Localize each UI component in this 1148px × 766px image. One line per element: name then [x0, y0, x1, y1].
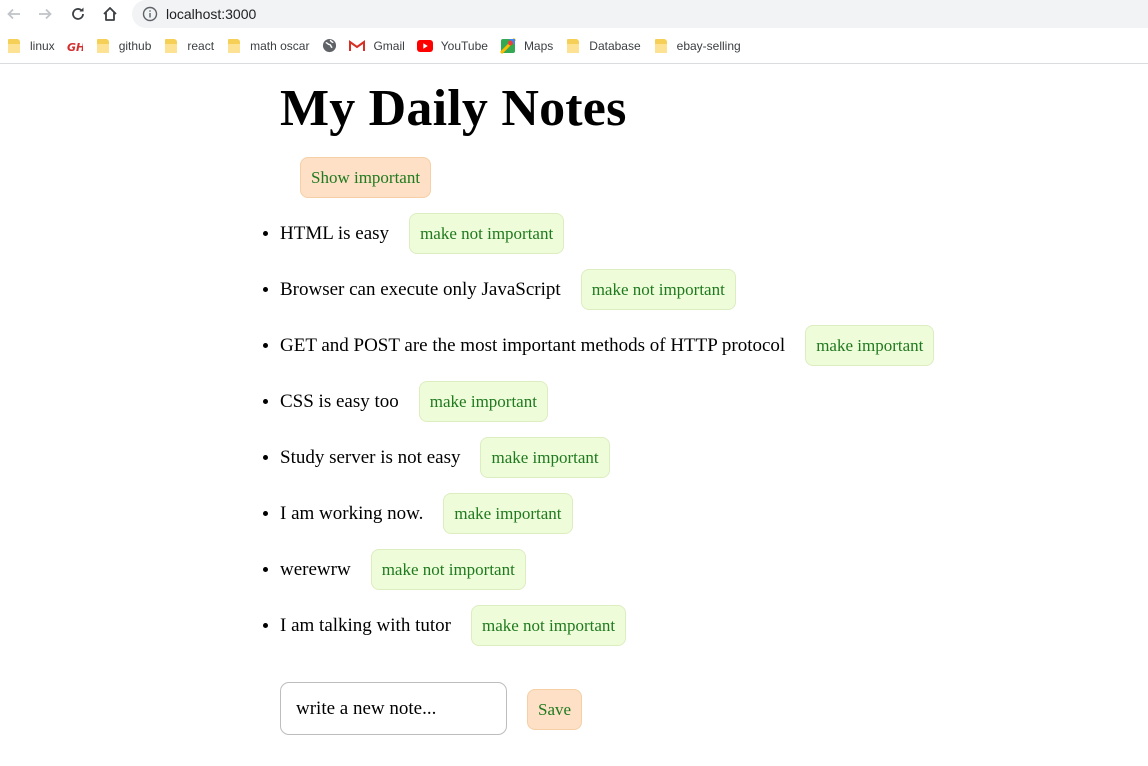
maps-icon: [499, 37, 516, 54]
note-text: Study server is not easy: [280, 446, 461, 468]
red-logo-icon: GH: [67, 38, 83, 54]
notes-list: HTML is easy make not important Browser …: [0, 213, 935, 661]
page-content: My Daily Notes Show important HTML is ea…: [0, 64, 1148, 765]
address-bar[interactable]: localhost:3000: [132, 0, 1148, 28]
toggle-importance-button[interactable]: make important: [418, 381, 548, 422]
note-text: HTML is easy: [280, 222, 390, 244]
note-item: HTML is easy make not important: [280, 213, 934, 269]
bookmark-globe[interactable]: [315, 32, 343, 60]
folder-icon: [163, 38, 179, 54]
forward-arrow-icon: [39, 8, 52, 20]
gmail-icon: [349, 38, 366, 54]
toggle-importance-button[interactable]: make not important: [580, 269, 736, 310]
note-text: GET and POST are the most important meth…: [280, 334, 786, 356]
note-item: I am talking with tutor make not importa…: [280, 605, 934, 661]
browser-toolbar: localhost:3000: [0, 0, 1148, 28]
bookmark-label: ebay-selling: [676, 38, 741, 53]
new-note-input[interactable]: [280, 682, 507, 735]
back-arrow-icon: [7, 8, 20, 20]
bookmark-linux[interactable]: linux: [0, 32, 61, 60]
bookmark-database[interactable]: Database: [559, 32, 646, 60]
bookmark-gmail[interactable]: Gmail: [343, 32, 410, 60]
page-title: My Daily Notes: [280, 80, 627, 137]
note-item: CSS is easy too make important: [280, 381, 934, 437]
toggle-importance-button[interactable]: make not important: [409, 213, 565, 254]
bookmark-label: Gmail: [373, 38, 405, 53]
note-item: Browser can execute only JavaScript make…: [280, 269, 934, 325]
note-item: GET and POST are the most important meth…: [280, 325, 935, 381]
home-icon: [103, 7, 117, 21]
bookmark-youtube[interactable]: YouTube: [411, 32, 494, 60]
note-item: Study server is not easy make important: [280, 437, 934, 493]
site-info-icon[interactable]: [142, 6, 158, 22]
save-button[interactable]: Save: [527, 689, 583, 730]
toggle-importance-button[interactable]: make not important: [370, 549, 526, 590]
bookmark-red-logo[interactable]: GH: [61, 32, 89, 60]
bookmark-label: linux: [30, 38, 55, 53]
bookmark-label: Maps: [523, 38, 554, 53]
back-button[interactable]: [2, 2, 26, 26]
folder-icon: [95, 38, 111, 54]
bookmark-label: github: [118, 38, 152, 53]
reload-icon: [72, 7, 84, 20]
bookmark-github[interactable]: github: [89, 32, 158, 60]
youtube-icon: [416, 38, 433, 54]
bookmark-label: Database: [589, 38, 641, 53]
globe-icon: [321, 38, 337, 54]
bookmarks-bar: linux GH github react math oscar Gmail Y…: [0, 28, 1148, 64]
forward-button[interactable]: [33, 2, 57, 26]
toggle-importance-button[interactable]: make important: [480, 437, 610, 478]
note-item: werewrw make not important: [280, 549, 934, 605]
note-text: werewrw: [280, 558, 351, 580]
bookmark-label: math oscar: [250, 38, 310, 53]
bookmark-math-oscar[interactable]: math oscar: [220, 32, 315, 60]
bookmark-react[interactable]: react: [157, 32, 220, 60]
bookmark-ebay-selling[interactable]: ebay-selling: [647, 32, 747, 60]
folder-icon: [226, 38, 242, 54]
toggle-importance-button[interactable]: make not important: [470, 605, 627, 646]
toggle-importance-button[interactable]: make important: [805, 325, 935, 366]
reload-button[interactable]: [66, 2, 90, 26]
show-important-button[interactable]: Show important: [300, 157, 432, 198]
folder-icon: [565, 38, 581, 54]
note-text: Browser can execute only JavaScript: [280, 278, 561, 300]
url-text: localhost:3000: [166, 6, 257, 22]
note-text: I am working now.: [280, 502, 424, 524]
bookmark-maps[interactable]: Maps: [494, 32, 559, 60]
folder-icon: [6, 38, 22, 54]
bookmark-label: react: [187, 38, 215, 53]
note-text: CSS is easy too: [280, 390, 399, 412]
svg-text:GH: GH: [67, 41, 83, 52]
note-item: I am working now. make important: [280, 493, 934, 549]
note-text: I am talking with tutor: [280, 614, 451, 636]
folder-icon: [653, 38, 669, 54]
home-button[interactable]: [98, 2, 122, 26]
bookmark-label: YouTube: [440, 38, 488, 53]
toggle-importance-button[interactable]: make important: [443, 493, 573, 534]
